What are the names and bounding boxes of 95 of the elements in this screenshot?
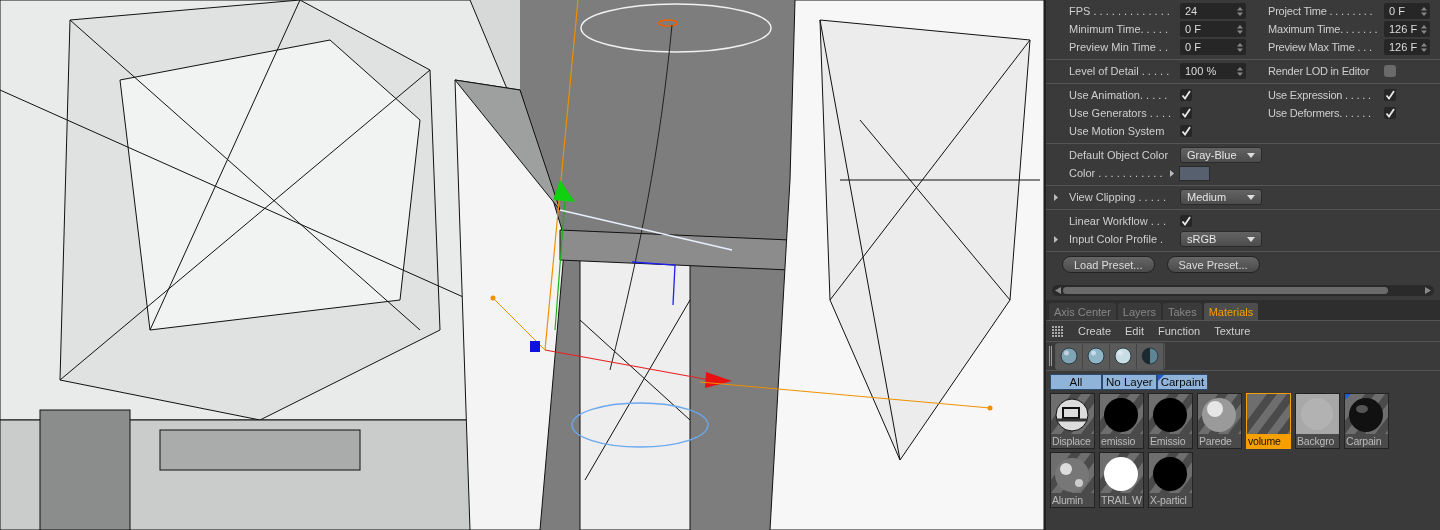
sphere-preview-icon: [1198, 394, 1241, 434]
expand-triangle-icon[interactable]: [1170, 169, 1174, 177]
field-label: Maximum Time. . . . . . .: [1268, 23, 1379, 35]
spinner-arrows-icon[interactable]: [1237, 66, 1243, 76]
material-thumbnail[interactable]: Carpain: [1344, 393, 1389, 449]
field-label: Preview Min Time . .: [1069, 41, 1170, 53]
layer-filter-button[interactable]: No Layer: [1102, 374, 1157, 390]
sphere-icon: [1060, 347, 1078, 365]
tab[interactable]: Materials: [1203, 303, 1259, 320]
spinner-arrows-icon[interactable]: [1237, 42, 1243, 52]
horizontal-scrollbar[interactable]: [1052, 285, 1434, 296]
field-label: Default Object Color: [1069, 149, 1170, 161]
menu-item[interactable]: Create: [1078, 325, 1112, 337]
checkbox[interactable]: [1384, 107, 1396, 119]
material-thumbnail[interactable]: TRAIL W: [1099, 452, 1144, 508]
sphere-preview-icon: [1247, 394, 1290, 434]
field-label: Render LOD in Editor: [1268, 65, 1371, 77]
number-field[interactable]: 0 F: [1180, 21, 1246, 37]
field-label: Use Generators . . . .: [1069, 107, 1173, 119]
grip-icon: [1049, 345, 1053, 367]
number-field[interactable]: 0 F: [1384, 3, 1430, 19]
material-tool-button[interactable]: [1083, 343, 1110, 369]
number-field[interactable]: 100 %: [1180, 63, 1246, 79]
material-thumbnail[interactable]: volume: [1246, 393, 1291, 449]
checkbox[interactable]: [1180, 89, 1192, 101]
field-label: Use Animation. . . . .: [1069, 89, 1169, 101]
caret-icon: [1247, 236, 1255, 242]
sphere-preview-icon: [1051, 453, 1094, 493]
material-thumbnail[interactable]: Alumin: [1050, 452, 1095, 508]
scroll-left-arrow-icon[interactable]: [1055, 287, 1061, 294]
material-thumbnail[interactable]: Displace: [1050, 393, 1095, 449]
sphere-preview-icon: [1149, 394, 1192, 434]
field-label: Minimum Time. . . . .: [1069, 23, 1169, 35]
material-tool-button[interactable]: [1056, 343, 1083, 369]
expand-triangle-icon[interactable]: [1054, 235, 1058, 243]
number-field[interactable]: 126 F: [1384, 21, 1430, 37]
field-label: FPS . . . . . . . . . . . . .: [1069, 5, 1171, 17]
material-thumbnail[interactable]: emissio: [1099, 393, 1144, 449]
material-thumbnail[interactable]: X-particl: [1148, 452, 1193, 508]
scroll-right-arrow-icon[interactable]: [1425, 287, 1431, 294]
field-label: Use Deformers. . . . . .: [1268, 107, 1372, 119]
checkbox[interactable]: [1384, 65, 1396, 77]
field-label: View Clipping . . . . .: [1069, 191, 1167, 203]
sphere-icon: [1087, 347, 1105, 365]
menu-item[interactable]: Edit: [1125, 325, 1144, 337]
field-label: Preview Max Time . . .: [1268, 41, 1373, 53]
menu-item[interactable]: Texture: [1214, 325, 1251, 337]
spinner-arrows-icon[interactable]: [1237, 24, 1243, 34]
field-label: Level of Detail . . . . .: [1069, 65, 1171, 77]
sphere-icon: [1114, 347, 1132, 365]
color-swatch[interactable]: [1179, 165, 1210, 181]
sphere-preview-icon: [1100, 394, 1143, 434]
field-label: Color . . . . . . . . . . .: [1069, 167, 1164, 179]
spinner-arrows-icon[interactable]: [1421, 42, 1427, 52]
caret-icon: [1247, 152, 1255, 158]
dropdown[interactable]: Medium: [1180, 189, 1262, 205]
dropdown[interactable]: sRGB: [1180, 231, 1262, 247]
menu-item[interactable]: Function: [1158, 325, 1201, 337]
material-tool-button[interactable]: [1137, 343, 1164, 369]
tab[interactable]: Takes: [1162, 303, 1202, 320]
spinner-arrows-icon[interactable]: [1421, 6, 1427, 16]
checkbox[interactable]: [1384, 89, 1396, 101]
expand-triangle-icon[interactable]: [1054, 193, 1058, 201]
checkbox[interactable]: [1180, 107, 1192, 119]
caret-icon: [1247, 194, 1255, 200]
sphere-preview-icon: [1296, 394, 1339, 434]
checkbox[interactable]: [1180, 125, 1192, 137]
field-label: Use Expression . . . . .: [1268, 89, 1372, 101]
preset-button[interactable]: Save Preset...: [1166, 256, 1260, 273]
tab[interactable]: Layers: [1117, 303, 1161, 320]
layer-filter-button[interactable]: All: [1050, 374, 1102, 390]
number-field[interactable]: 126 F: [1384, 39, 1430, 55]
dropdown[interactable]: Gray-Blue: [1180, 147, 1262, 163]
field-label: Use Motion System: [1069, 125, 1166, 137]
sphere-preview-icon: [1100, 453, 1143, 493]
material-thumbnail[interactable]: Emissio: [1148, 393, 1193, 449]
sphere-preview-icon: [1149, 453, 1192, 493]
spinner-arrows-icon[interactable]: [1237, 6, 1243, 16]
tab[interactable]: Axis Center: [1049, 303, 1116, 320]
number-field[interactable]: 24: [1180, 3, 1246, 19]
material-tool-button[interactable]: [1110, 343, 1137, 369]
preset-button[interactable]: Load Preset...: [1062, 256, 1155, 273]
spinner-arrows-icon[interactable]: [1421, 24, 1427, 34]
material-thumbnail[interactable]: Backgro: [1295, 393, 1340, 449]
sphere-icon: [1141, 347, 1159, 365]
sphere-preview-icon: [1051, 394, 1094, 434]
material-thumbnail[interactable]: Parede: [1197, 393, 1242, 449]
number-field[interactable]: 0 F: [1180, 39, 1246, 55]
grip-icon: [1052, 325, 1064, 337]
checkbox[interactable]: [1180, 215, 1192, 227]
sphere-preview-icon: [1345, 394, 1388, 434]
field-label: Project Time . . . . . . . .: [1268, 5, 1374, 17]
field-label: Linear Workflow . . .: [1069, 215, 1167, 227]
layer-filter-button[interactable]: Carpaint: [1156, 374, 1209, 390]
field-label: Input Color Profile .: [1069, 233, 1165, 245]
